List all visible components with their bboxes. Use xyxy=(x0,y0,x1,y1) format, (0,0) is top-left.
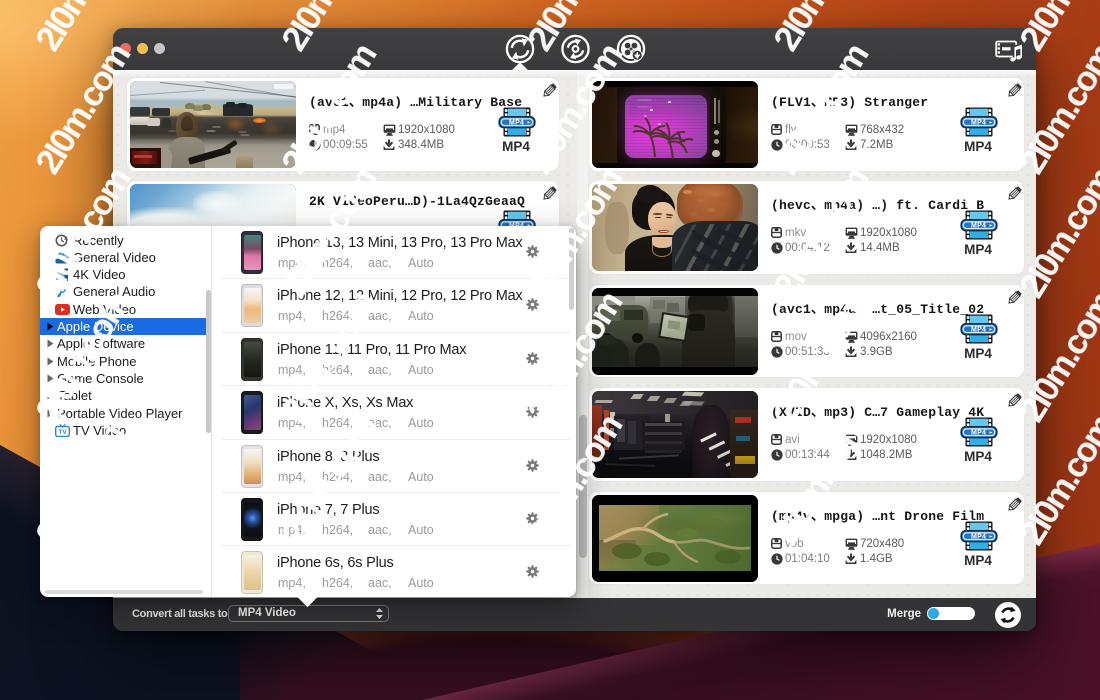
svg-text:MP4: MP4 xyxy=(971,533,986,540)
svg-text:MP4: MP4 xyxy=(509,120,524,127)
svg-text:MP4: MP4 xyxy=(971,120,986,127)
svg-text:TV: TV xyxy=(58,429,67,436)
svg-text:MP4: MP4 xyxy=(971,326,986,333)
svg-text:MP4: MP4 xyxy=(971,223,986,230)
svg-text:MP4: MP4 xyxy=(971,430,986,437)
